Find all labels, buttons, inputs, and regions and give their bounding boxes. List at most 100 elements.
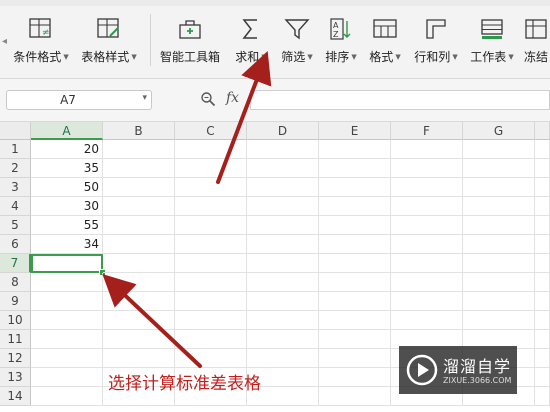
format-button[interactable]: 格式 ▼: [364, 12, 406, 68]
cell-c6[interactable]: [175, 235, 247, 254]
column-header-g[interactable]: G: [463, 122, 535, 140]
row-header-6[interactable]: 6: [0, 235, 31, 254]
conditional-format-button[interactable]: ≠ 条件格式 ▼: [9, 12, 73, 68]
cell-c12[interactable]: [175, 349, 247, 368]
cell-f4[interactable]: [391, 197, 463, 216]
cell-g8[interactable]: [463, 273, 535, 292]
cell-c5[interactable]: [175, 216, 247, 235]
row-header-13[interactable]: 13: [0, 368, 31, 387]
cell-a4[interactable]: 30: [31, 197, 103, 216]
cell-h8[interactable]: [535, 273, 550, 292]
cell-a3[interactable]: 50: [31, 178, 103, 197]
cell-f7[interactable]: [391, 254, 463, 273]
cell-a9[interactable]: [31, 292, 103, 311]
chevron-down-icon[interactable]: ▾: [142, 93, 147, 103]
cell-c9[interactable]: [175, 292, 247, 311]
select-all-corner[interactable]: [0, 122, 31, 140]
cell-e1[interactable]: [319, 140, 391, 159]
cell-b7[interactable]: [103, 254, 175, 273]
cell-g7[interactable]: [463, 254, 535, 273]
cell-e8[interactable]: [319, 273, 391, 292]
cell-g9[interactable]: [463, 292, 535, 311]
cell-c7[interactable]: [175, 254, 247, 273]
cell-h3[interactable]: [535, 178, 550, 197]
cell-b1[interactable]: [103, 140, 175, 159]
row-header-1[interactable]: 1: [0, 140, 31, 159]
cell-e3[interactable]: [319, 178, 391, 197]
cell-e10[interactable]: [319, 311, 391, 330]
cell-e4[interactable]: [319, 197, 391, 216]
sort-button[interactable]: A Z 排序 ▼: [320, 12, 362, 68]
cell-b2[interactable]: [103, 159, 175, 178]
cell-d12[interactable]: [247, 349, 319, 368]
cell-f5[interactable]: [391, 216, 463, 235]
name-box[interactable]: A7 ▾: [6, 90, 152, 110]
row-header-9[interactable]: 9: [0, 292, 31, 311]
cell-f10[interactable]: [391, 311, 463, 330]
cell-h12[interactable]: [535, 349, 550, 368]
cell-e11[interactable]: [319, 330, 391, 349]
column-header-h[interactable]: [535, 122, 550, 140]
cell-f9[interactable]: [391, 292, 463, 311]
cell-a6[interactable]: 34: [31, 235, 103, 254]
column-header-f[interactable]: F: [391, 122, 463, 140]
cell-a12[interactable]: [31, 349, 103, 368]
cell-a2[interactable]: 35: [31, 159, 103, 178]
formula-input[interactable]: [250, 90, 550, 110]
cell-h10[interactable]: [535, 311, 550, 330]
cell-d3[interactable]: [247, 178, 319, 197]
cell-d10[interactable]: [247, 311, 319, 330]
cell-b8[interactable]: [103, 273, 175, 292]
cell-a13[interactable]: [31, 368, 103, 387]
cell-b10[interactable]: [103, 311, 175, 330]
cell-c8[interactable]: [175, 273, 247, 292]
cell-e6[interactable]: [319, 235, 391, 254]
cell-e12[interactable]: [319, 349, 391, 368]
freeze-button[interactable]: 冻结: [522, 12, 550, 68]
row-header-7[interactable]: 7: [0, 254, 31, 273]
table-style-button[interactable]: 表格样式 ▼: [78, 12, 140, 68]
cell-h2[interactable]: [535, 159, 550, 178]
rows-cols-button[interactable]: 行和列 ▼: [408, 12, 464, 68]
cell-g2[interactable]: [463, 159, 535, 178]
fx-button[interactable]: fx: [226, 90, 239, 106]
smart-toolbox-button[interactable]: 智能工具箱: [158, 12, 222, 68]
cell-f3[interactable]: [391, 178, 463, 197]
cell-d9[interactable]: [247, 292, 319, 311]
cell-f2[interactable]: [391, 159, 463, 178]
cell-d11[interactable]: [247, 330, 319, 349]
worksheet-button[interactable]: 工作表 ▼: [466, 12, 518, 68]
cell-a8[interactable]: [31, 273, 103, 292]
cell-g3[interactable]: [463, 178, 535, 197]
cell-h6[interactable]: [535, 235, 550, 254]
cell-d5[interactable]: [247, 216, 319, 235]
column-header-b[interactable]: B: [103, 122, 175, 140]
cell-e7[interactable]: [319, 254, 391, 273]
cell-h4[interactable]: [535, 197, 550, 216]
cell-c4[interactable]: [175, 197, 247, 216]
cell-d4[interactable]: [247, 197, 319, 216]
cell-d1[interactable]: [247, 140, 319, 159]
cell-b6[interactable]: [103, 235, 175, 254]
column-header-e[interactable]: E: [319, 122, 391, 140]
cell-c2[interactable]: [175, 159, 247, 178]
cell-g1[interactable]: [463, 140, 535, 159]
cell-g6[interactable]: [463, 235, 535, 254]
row-header-5[interactable]: 5: [0, 216, 31, 235]
cell-d2[interactable]: [247, 159, 319, 178]
column-header-c[interactable]: C: [175, 122, 247, 140]
cell-b5[interactable]: [103, 216, 175, 235]
cell-e2[interactable]: [319, 159, 391, 178]
row-header-11[interactable]: 11: [0, 330, 31, 349]
cell-a14[interactable]: [31, 387, 103, 406]
cell-d6[interactable]: [247, 235, 319, 254]
cell-g10[interactable]: [463, 311, 535, 330]
row-header-4[interactable]: 4: [0, 197, 31, 216]
active-cell-a7[interactable]: [31, 254, 103, 273]
cell-g5[interactable]: [463, 216, 535, 235]
cell-d7[interactable]: [247, 254, 319, 273]
row-header-3[interactable]: 3: [0, 178, 31, 197]
row-header-12[interactable]: 12: [0, 349, 31, 368]
cell-c1[interactable]: [175, 140, 247, 159]
chevron-left-icon[interactable]: ◂: [0, 16, 9, 68]
